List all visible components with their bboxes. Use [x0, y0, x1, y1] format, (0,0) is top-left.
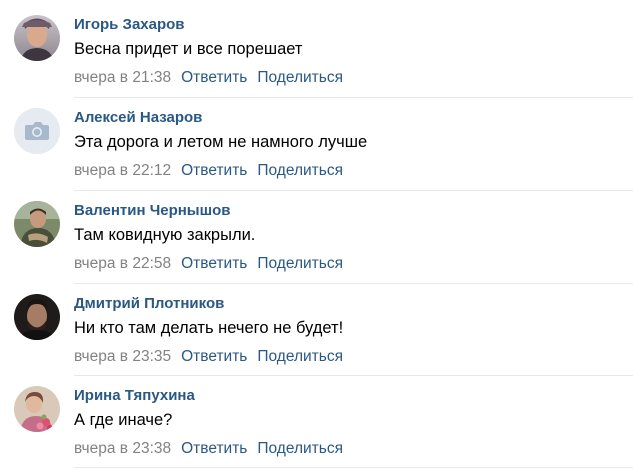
comment-text: Весна придет и все порешает — [74, 40, 303, 58]
photo-avatar-man-dark — [14, 294, 60, 340]
share-button[interactable]: Поделиться — [257, 69, 343, 86]
comment-meta: вчера в 23:38 Ответить Поделиться — [74, 440, 343, 458]
comment-author[interactable]: Дмитрий Плотников — [74, 295, 224, 312]
divider — [74, 467, 633, 468]
comment-date[interactable]: вчера в 22:58 — [74, 255, 171, 272]
comment-date[interactable]: вчера в 22:12 — [74, 162, 171, 179]
comment-text: Эта дорога и летом не намного лучше — [74, 133, 368, 151]
comment-text: А где иначе? — [74, 411, 173, 429]
share-button[interactable]: Поделиться — [257, 440, 343, 457]
comment-author[interactable]: Ирина Тяпухина — [74, 387, 195, 404]
comment-text: Там ковидную закрыли. — [74, 226, 256, 244]
share-button[interactable]: Поделиться — [257, 348, 343, 365]
comment-author[interactable]: Алексей Назаров — [74, 109, 202, 126]
comment-author[interactable]: Игорь Захаров — [74, 16, 185, 33]
share-button[interactable]: Поделиться — [257, 162, 343, 179]
photo-avatar-man-outdoor — [14, 201, 60, 247]
comment-date[interactable]: вчера в 23:38 — [74, 440, 171, 457]
comment-meta: вчера в 22:58 Ответить Поделиться — [74, 255, 343, 273]
comment-item: Валентин Чернышов Там ковидную закрыли. … — [0, 186, 633, 279]
share-button[interactable]: Поделиться — [257, 255, 343, 272]
avatar[interactable] — [14, 108, 60, 154]
avatar[interactable] — [14, 15, 60, 61]
photo-avatar-man — [14, 15, 60, 61]
comment-meta: вчера в 23:35 Ответить Поделиться — [74, 348, 343, 366]
photo-avatar-woman-flowers — [14, 386, 60, 432]
comment-item: Ирина Тяпухина А где иначе? вчера в 23:3… — [0, 371, 633, 464]
comment-item: Игорь Захаров Весна придет и все порешае… — [0, 0, 633, 93]
comment-author[interactable]: Валентин Чернышов — [74, 202, 231, 219]
reply-button[interactable]: Ответить — [181, 348, 247, 365]
comment-item: Алексей Назаров Эта дорога и летом не на… — [0, 93, 633, 186]
comment-item: Дмитрий Плотников Ни кто там делать нече… — [0, 279, 633, 372]
comment-meta: вчера в 22:12 Ответить Поделиться — [74, 162, 343, 180]
camera-placeholder-icon — [14, 108, 60, 154]
avatar[interactable] — [14, 386, 60, 432]
comment-date[interactable]: вчера в 21:38 — [74, 69, 171, 86]
comment-date[interactable]: вчера в 23:35 — [74, 348, 171, 365]
comment-meta: вчера в 21:38 Ответить Поделиться — [74, 69, 343, 87]
reply-button[interactable]: Ответить — [181, 162, 247, 179]
avatar[interactable] — [14, 201, 60, 247]
comment-text: Ни кто там делать нечего не будет! — [74, 319, 344, 337]
reply-button[interactable]: Ответить — [181, 255, 247, 272]
reply-button[interactable]: Ответить — [181, 69, 247, 86]
reply-button[interactable]: Ответить — [181, 440, 247, 457]
avatar[interactable] — [14, 294, 60, 340]
